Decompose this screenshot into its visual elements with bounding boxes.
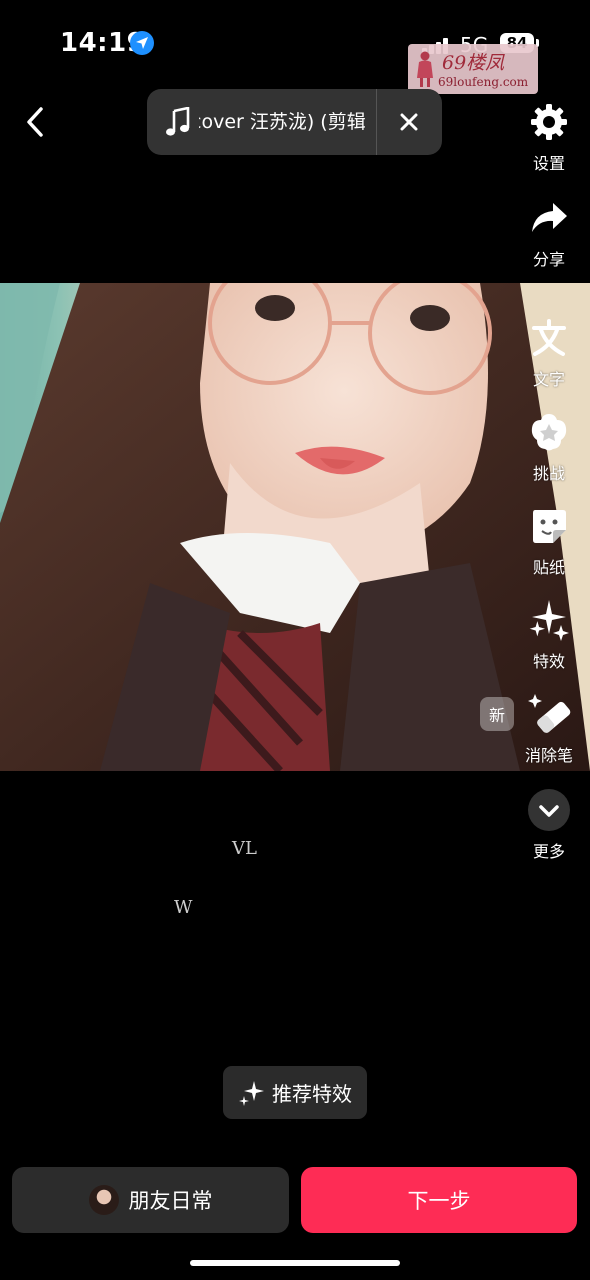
music-selector[interactable]: cover 汪苏泷) (剪辑: [147, 89, 442, 155]
next-step-label: 下一步: [407, 1189, 471, 1213]
watermark-figure-icon: [417, 51, 433, 87]
text-icon: [527, 316, 571, 360]
back-button[interactable]: [20, 104, 52, 140]
next-step-button[interactable]: 下一步: [301, 1167, 577, 1233]
sparkle-icon: [239, 1080, 264, 1106]
settings-button[interactable]: 设置: [509, 100, 589, 174]
home-indicator[interactable]: [190, 1260, 400, 1266]
overlay-text-w: W: [174, 897, 193, 918]
share-label: 分享: [532, 250, 565, 269]
sparkle-icon: [527, 598, 571, 642]
challenge-button[interactable]: 挑战: [509, 410, 589, 484]
sticker-icon: [527, 504, 571, 548]
challenge-label: 挑战: [532, 464, 565, 483]
text-label: 文字: [532, 370, 565, 389]
watermark-logo: 69楼凤 69loufeng.com: [408, 44, 538, 94]
more-button[interactable]: 更多: [509, 788, 589, 862]
music-divider: [376, 89, 377, 155]
effects-label: 特效: [532, 652, 565, 671]
settings-label: 设置: [532, 154, 565, 173]
music-note-icon: [166, 107, 190, 136]
eraser-button[interactable]: 消除笔: [509, 692, 589, 766]
close-icon: [400, 113, 418, 131]
watermark-brand: 69楼凤: [442, 52, 505, 74]
more-label: 更多: [532, 842, 565, 861]
challenge-icon: [527, 410, 571, 454]
share-icon: [527, 196, 571, 240]
recommend-effects-label: 推荐特效: [272, 1082, 352, 1106]
remove-music-button[interactable]: [393, 106, 425, 138]
friends-daily-button[interactable]: 朋友日常: [12, 1167, 289, 1233]
chevron-left-icon: [27, 107, 43, 137]
friends-daily-label: 朋友日常: [128, 1189, 213, 1213]
sticker-label: 贴纸: [532, 558, 565, 577]
sticker-button[interactable]: 贴纸: [509, 504, 589, 578]
text-button[interactable]: 文字: [509, 316, 589, 390]
effects-button[interactable]: 特效: [509, 598, 589, 672]
recommend-effects-button[interactable]: 推荐特效: [223, 1066, 367, 1119]
watermark-url: 69loufeng.com: [438, 75, 529, 89]
overlay-text-vl: VL: [232, 838, 257, 859]
eraser-label: 消除笔: [524, 746, 573, 765]
gear-icon: [527, 100, 571, 144]
location-icon: [130, 31, 154, 55]
eraser-icon: [527, 692, 571, 736]
chevron-down-icon: [527, 788, 571, 832]
avatar: [88, 1185, 119, 1215]
share-button[interactable]: 分享: [509, 196, 589, 270]
